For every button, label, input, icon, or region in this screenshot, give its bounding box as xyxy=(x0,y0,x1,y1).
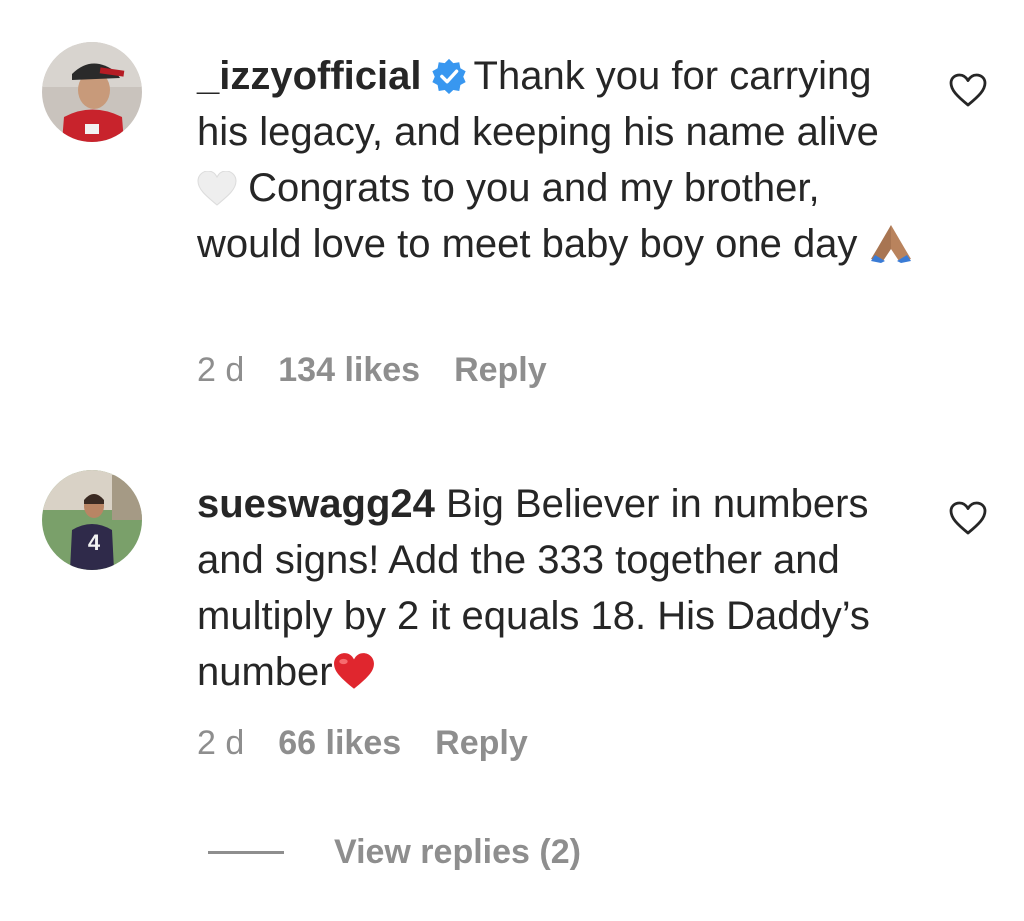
like-heart-icon[interactable] xyxy=(948,500,988,536)
comment-likes[interactable]: 134 likes xyxy=(278,351,420,389)
view-replies-button[interactable]: View replies (2) xyxy=(208,830,581,874)
red-heart-icon xyxy=(333,653,374,689)
comment-time: 2 d xyxy=(197,351,245,389)
comment-body: sueswagg24 Big Believer in numbers and s… xyxy=(197,476,917,700)
avatar[interactable]: 4 xyxy=(42,470,142,570)
verified-badge-icon xyxy=(431,58,466,95)
white-heart-icon xyxy=(197,171,237,206)
comment-meta: 2 d 134 likes Reply xyxy=(197,351,581,390)
reply-button[interactable]: Reply xyxy=(435,724,528,762)
like-heart-icon[interactable] xyxy=(948,72,988,108)
comment-text-part-2: Congrats to you and my brother, would lo… xyxy=(197,166,858,266)
svg-text:4: 4 xyxy=(88,530,101,555)
folded-hands-icon xyxy=(870,225,911,263)
comment-text: sueswagg24 Big Believer in numbers and s… xyxy=(197,476,917,700)
comment-likes[interactable]: 66 likes xyxy=(278,724,401,762)
comment-username[interactable]: _izzyofficial xyxy=(197,54,422,98)
view-replies-divider xyxy=(208,850,284,854)
comment-username[interactable]: sueswagg24 xyxy=(197,482,435,526)
avatar[interactable] xyxy=(42,42,142,142)
view-replies-label[interactable]: View replies (2) xyxy=(334,833,581,872)
comment-time: 2 d xyxy=(197,724,245,762)
comment-meta: 2 d 66 likes Reply xyxy=(197,724,562,763)
comment-body: _izzyofficial Thank you for carrying his … xyxy=(197,48,917,272)
comment-text: _izzyofficial Thank you for carrying his … xyxy=(197,48,917,272)
reply-button[interactable]: Reply xyxy=(454,351,547,389)
